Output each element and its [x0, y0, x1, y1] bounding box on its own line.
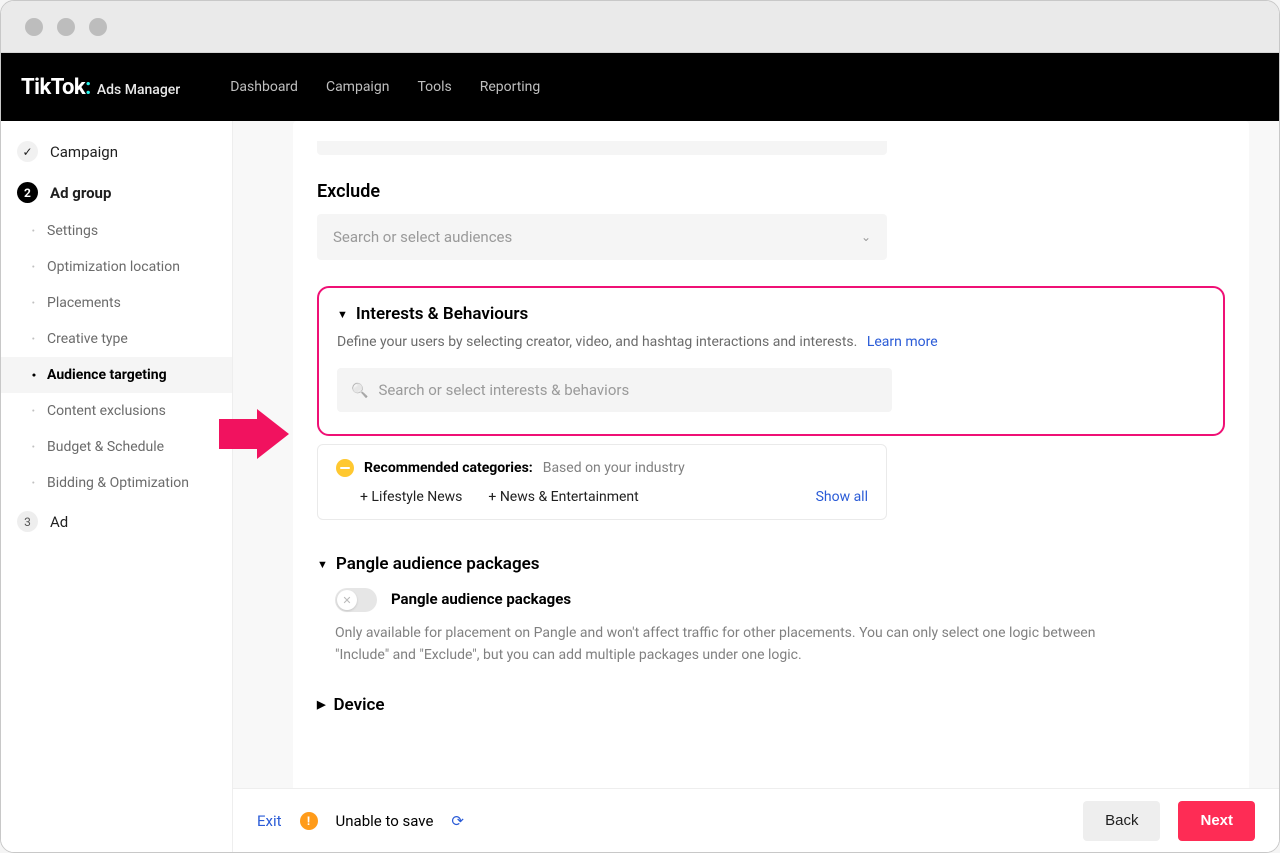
- browser-frame: TikTok: Ads Manager Dashboard Campaign T…: [0, 0, 1280, 853]
- sidebar-adgroup[interactable]: 2 Ad group: [1, 172, 232, 213]
- footer-bar: Exit ! Unable to save ⟳ Back Next: [233, 788, 1279, 852]
- main-panel: Exclude Search or select audiences ⌄ ▼ I…: [233, 121, 1279, 852]
- window-dot: [89, 18, 107, 36]
- device-toggle[interactable]: ▶ Device: [317, 695, 1225, 715]
- triangle-down-icon: ▼: [337, 308, 348, 321]
- top-nav: Dashboard Campaign Tools Reporting: [230, 79, 540, 95]
- search-placeholder: Search or select interests & behaviors: [378, 381, 629, 399]
- device-section: ▶ Device: [317, 695, 1225, 715]
- step-badge: 3: [17, 511, 38, 532]
- sidebar-campaign[interactable]: Campaign: [1, 131, 232, 172]
- window-dot: [57, 18, 75, 36]
- topbar: TikTok: Ads Manager Dashboard Campaign T…: [1, 53, 1279, 121]
- refresh-icon[interactable]: ⟳: [451, 812, 464, 830]
- pangle-switch[interactable]: ✕: [335, 588, 377, 612]
- chevron-down-icon: ⌄: [861, 230, 871, 244]
- brand-suffix: Ads Manager: [97, 82, 180, 98]
- learn-more-link[interactable]: Learn more: [867, 334, 938, 350]
- triangle-down-icon: ▼: [317, 558, 328, 571]
- brand: TikTok: Ads Manager: [21, 75, 180, 100]
- show-all-link[interactable]: Show all: [816, 489, 868, 505]
- interests-description: Define your users by selecting creator, …: [337, 334, 1205, 350]
- warning-icon: !: [300, 812, 318, 830]
- back-button[interactable]: Back: [1083, 801, 1160, 841]
- pangle-section: ▼ Pangle audience packages ✕ Pangle audi…: [317, 554, 1225, 667]
- recommended-label: Recommended categories:: [364, 460, 533, 476]
- search-icon: [351, 381, 368, 399]
- nav-tools[interactable]: Tools: [417, 79, 451, 95]
- sidebar: Campaign 2 Ad group Settings Optimizatio…: [1, 121, 233, 852]
- sidebar-item-audience-targeting[interactable]: Audience targeting: [1, 357, 232, 393]
- exclude-placeholder: Search or select audiences: [333, 228, 512, 246]
- sidebar-item-placements[interactable]: Placements: [1, 285, 232, 321]
- pangle-description: Only available for placement on Pangle a…: [335, 622, 1135, 667]
- interests-behaviours-section: ▼ Interests & Behaviours Define your use…: [317, 286, 1225, 436]
- sidebar-item-creative-type[interactable]: Creative type: [1, 321, 232, 357]
- exclude-section: Exclude Search or select audiences ⌄: [317, 181, 1225, 260]
- callout-arrow-icon: [219, 409, 289, 463]
- interests-search[interactable]: Search or select interests & behaviors: [337, 368, 892, 412]
- interests-toggle[interactable]: ▼ Interests & Behaviours: [337, 304, 1205, 324]
- exclude-title: Exclude: [317, 181, 1225, 202]
- brand-logo: TikTok:: [21, 75, 91, 100]
- step-badge: 2: [17, 182, 38, 203]
- nav-dashboard[interactable]: Dashboard: [230, 79, 298, 95]
- category-chip-lifestyle[interactable]: + Lifestyle News: [360, 489, 462, 505]
- recommended-subtext: Based on your industry: [543, 460, 685, 476]
- exclude-select[interactable]: Search or select audiences ⌄: [317, 214, 887, 260]
- nav-reporting[interactable]: Reporting: [480, 79, 541, 95]
- nav-campaign[interactable]: Campaign: [326, 79, 389, 95]
- sidebar-ad[interactable]: 3 Ad: [1, 501, 232, 542]
- switch-knob: ✕: [337, 590, 357, 610]
- sidebar-item-bidding-optimization[interactable]: Bidding & Optimization: [1, 465, 232, 501]
- pangle-switch-label: Pangle audience packages: [391, 590, 571, 608]
- lightbulb-icon: [336, 459, 354, 477]
- sidebar-item-settings[interactable]: Settings: [1, 213, 232, 249]
- save-status: Unable to save: [336, 812, 434, 830]
- sidebar-item-budget-schedule[interactable]: Budget & Schedule: [1, 429, 232, 465]
- sidebar-item-content-exclusions[interactable]: Content exclusions: [1, 393, 232, 429]
- exit-link[interactable]: Exit: [257, 812, 282, 830]
- browser-chrome: [1, 1, 1279, 53]
- window-dot: [25, 18, 43, 36]
- sidebar-item-optimization-location[interactable]: Optimization location: [1, 249, 232, 285]
- check-icon: [17, 141, 38, 162]
- next-button[interactable]: Next: [1178, 801, 1255, 841]
- pangle-toggle-heading[interactable]: ▼ Pangle audience packages: [317, 554, 1225, 574]
- triangle-right-icon: ▶: [317, 698, 325, 711]
- category-chip-news-entertainment[interactable]: + News & Entertainment: [488, 489, 638, 505]
- partial-field: [317, 141, 887, 155]
- recommended-card: Recommended categories: Based on your in…: [317, 444, 887, 520]
